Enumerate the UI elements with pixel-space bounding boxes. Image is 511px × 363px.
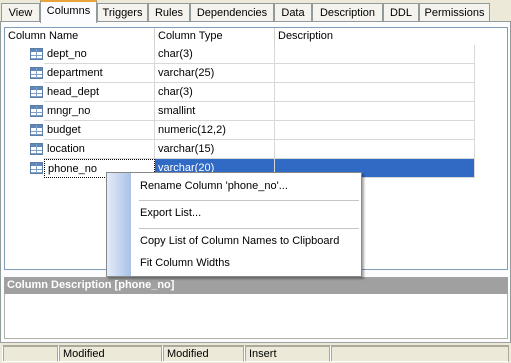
tab-label: Data	[281, 7, 305, 19]
status-bar: Modified Modified Insert	[0, 342, 511, 363]
tab-ddl[interactable]: DDL	[383, 3, 419, 21]
context-menu: Rename Column 'phone_no'... Export List.…	[106, 172, 362, 277]
menu-icon-rail	[107, 173, 131, 276]
tab-description[interactable]: Description	[312, 3, 383, 21]
menu-separator	[139, 228, 359, 229]
tab-data[interactable]: Data	[274, 3, 312, 21]
table-row[interactable]: location varchar(15)	[5, 140, 475, 159]
tab-columns[interactable]: Columns	[40, 0, 97, 23]
tab-dependencies[interactable]: Dependencies	[190, 3, 274, 21]
cell-column-type[interactable]: char(3)	[155, 83, 275, 102]
cell-column-name[interactable]: head_dept	[44, 83, 155, 102]
menu-separator	[139, 200, 359, 201]
status-panel	[330, 345, 509, 362]
cell-column-type[interactable]: smallint	[155, 102, 275, 121]
table-row[interactable]: head_dept char(3)	[5, 83, 475, 102]
tab-label: Description	[319, 7, 376, 19]
cell-description[interactable]	[275, 140, 475, 159]
table-row[interactable]: budget numeric(12,2)	[5, 121, 475, 140]
cell-description[interactable]	[275, 45, 475, 64]
tab-label: Columns	[46, 5, 91, 17]
table-column-icon	[30, 143, 43, 155]
cell-description[interactable]	[275, 83, 475, 102]
table-row[interactable]: mngr_no smallint	[5, 102, 475, 121]
header-column-name[interactable]: Column Name	[5, 28, 155, 45]
tab-label: Rules	[154, 7, 184, 19]
tab-triggers[interactable]: Triggers	[97, 3, 148, 21]
cell-column-type[interactable]: varchar(15)	[155, 140, 275, 159]
menu-item-rename-column[interactable]: Rename Column 'phone_no'...	[131, 176, 361, 198]
table-column-icon	[30, 48, 43, 60]
menu-item-export-list[interactable]: Export List...	[131, 203, 361, 225]
cell-column-name[interactable]: mngr_no	[44, 102, 155, 121]
table-column-icon	[30, 86, 43, 98]
table-column-icon	[30, 124, 43, 136]
cell-column-type[interactable]: varchar(25)	[155, 64, 275, 83]
table-row[interactable]: dept_no char(3)	[5, 45, 475, 64]
cell-column-name[interactable]: budget	[44, 121, 155, 140]
table-column-icon	[30, 105, 43, 117]
header-description[interactable]: Description	[275, 28, 475, 45]
cell-column-name[interactable]: dept_no	[44, 45, 155, 64]
cell-column-type[interactable]: char(3)	[155, 45, 275, 64]
cell-description[interactable]	[275, 64, 475, 83]
cell-column-type[interactable]: numeric(12,2)	[155, 121, 275, 140]
tab-permissions[interactable]: Permissions	[419, 3, 490, 21]
cell-description[interactable]	[275, 102, 475, 121]
header-column-type[interactable]: Column Type	[155, 28, 275, 45]
cell-description[interactable]	[275, 121, 475, 140]
tab-strip: View Columns Triggers Rules Dependencies…	[0, 0, 511, 23]
column-description-field[interactable]	[4, 294, 508, 339]
status-panel	[2, 345, 58, 362]
table-column-icon	[30, 162, 43, 174]
tab-label: Permissions	[424, 7, 485, 19]
tab-label: DDL	[389, 7, 412, 19]
tab-rules[interactable]: Rules	[148, 3, 190, 21]
menu-item-copy-column-names[interactable]: Copy List of Column Names to Clipboard	[131, 231, 361, 253]
tab-view[interactable]: View	[1, 3, 40, 21]
tab-label: Dependencies	[196, 7, 268, 19]
grid-header: Column Name Column Type Description	[5, 28, 507, 45]
status-panel-modified: Modified	[162, 345, 244, 362]
table-row[interactable]: department varchar(25)	[5, 64, 475, 83]
cell-column-name[interactable]: location	[44, 140, 155, 159]
menu-item-fit-column-widths[interactable]: Fit Column Widths	[131, 253, 361, 275]
status-panel-modified: Modified	[58, 345, 162, 362]
tab-label: View	[8, 7, 33, 19]
cell-column-name[interactable]: department	[44, 64, 155, 83]
status-panel-insert: Insert	[244, 345, 330, 362]
column-description-header: Column Description [phone_no]	[4, 277, 508, 294]
tab-label: Triggers	[102, 7, 143, 19]
table-column-icon	[30, 67, 43, 79]
